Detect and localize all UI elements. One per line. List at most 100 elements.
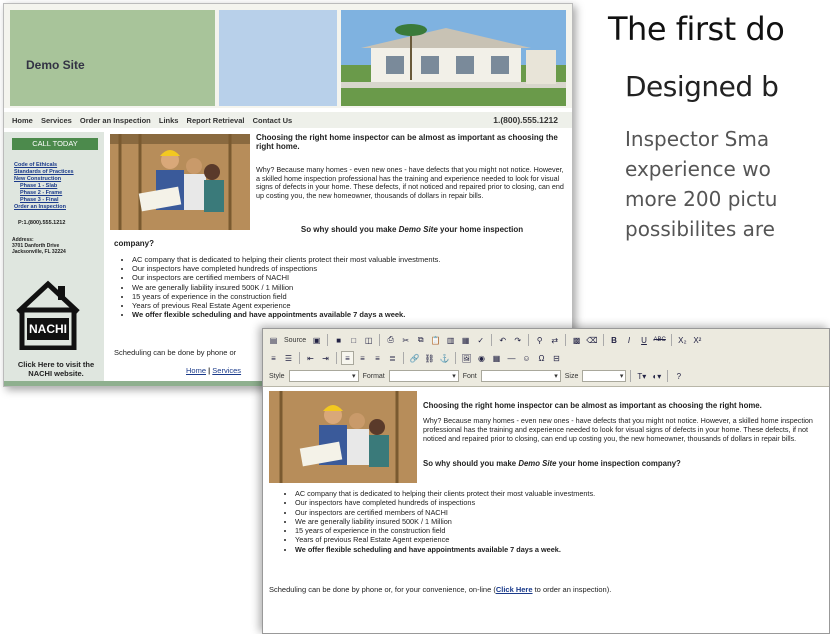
italic-button[interactable]: I xyxy=(623,333,636,347)
editor-heading[interactable]: Choosing the right home inspector can be… xyxy=(423,401,762,410)
font-select[interactable]: ▾ xyxy=(480,370,561,382)
editor-schedule-text[interactable]: Scheduling can be done by phone or, for … xyxy=(269,585,611,594)
print-icon[interactable]: ⎙ xyxy=(384,333,397,347)
style-select[interactable]: ▾ xyxy=(288,370,359,382)
list-item: 15 years of experience in the constructi… xyxy=(295,526,595,535)
list-item: 15 years of experience in the constructi… xyxy=(132,292,441,301)
bold-button[interactable]: B xyxy=(608,333,621,347)
about-icon[interactable]: ? xyxy=(672,369,685,383)
headline-subtitle: Designed b xyxy=(625,70,779,103)
nav-services[interactable]: Services xyxy=(41,116,72,125)
sidebar-link[interactable]: Phase 2 - Frame xyxy=(14,190,74,197)
undo-icon[interactable]: ↶ xyxy=(496,333,509,347)
nav-order[interactable]: Order an Inspection xyxy=(80,116,151,125)
list-item: We are generally liability insured 500K … xyxy=(132,283,441,292)
templates-icon[interactable]: ◫ xyxy=(362,333,375,347)
subheading-site: Demo Site xyxy=(398,225,438,234)
list-item: We are generally liability insured 500K … xyxy=(295,517,595,526)
nav-contact[interactable]: Contact Us xyxy=(253,116,293,125)
copy-icon[interactable]: ⧉ xyxy=(414,333,427,347)
underline-button[interactable]: U xyxy=(638,333,651,347)
editor-benefits-list[interactable]: AC company that is dedicated to helping … xyxy=(295,489,595,554)
nav-home[interactable]: Home xyxy=(12,116,33,125)
sidebar-link[interactable]: Phase 3 - Final xyxy=(14,197,74,204)
size-select[interactable]: ▾ xyxy=(582,370,627,382)
spellcheck-icon[interactable]: ✓ xyxy=(474,333,487,347)
inspectors-photo xyxy=(110,134,250,230)
paste-text-icon[interactable]: ▥ xyxy=(444,333,457,347)
sidebar-link[interactable]: Standards of Practices xyxy=(14,169,74,176)
text-color-icon[interactable]: T▾ xyxy=(635,369,648,383)
footer-services-link[interactable]: Services xyxy=(212,366,241,375)
align-center-icon[interactable]: ≡ xyxy=(356,351,369,365)
style-label: Style xyxy=(269,372,285,380)
subheading-site: Demo Site xyxy=(518,459,557,468)
align-right-icon[interactable]: ≡ xyxy=(371,351,384,365)
sidebar-link[interactable]: Code of Ethicals xyxy=(14,162,74,169)
cut-icon[interactable]: ✂ xyxy=(399,333,412,347)
subheading-text: your home inspection company? xyxy=(556,459,681,468)
toolbar-row-1: ▤ Source ▣ ■ □ ◫ ⎙ ✂ ⧉ 📋 ▥ ▦ ✓ ↶ ↷ ⚲ ⇄ ▩… xyxy=(267,332,704,348)
numbered-list-icon[interactable]: ≡ xyxy=(267,351,280,365)
bulleted-list-icon[interactable]: ☰ xyxy=(282,351,295,365)
anchor-icon[interactable]: ⚓ xyxy=(438,351,451,365)
new-page-icon[interactable]: □ xyxy=(347,333,360,347)
sidebar-link[interactable]: Phase 1 - Slab xyxy=(14,183,74,190)
flash-icon[interactable]: ◉ xyxy=(475,351,488,365)
editor-paragraph[interactable]: Why? Because many homes - even new ones … xyxy=(423,416,825,443)
horizontal-rule-icon[interactable]: — xyxy=(505,351,518,365)
outdent-icon[interactable]: ⇤ xyxy=(304,351,317,365)
editor-inspectors-photo[interactable] xyxy=(269,391,417,483)
toolbar-separator xyxy=(670,334,672,346)
format-select[interactable]: ▾ xyxy=(388,370,459,382)
align-left-icon[interactable]: ≡ xyxy=(341,351,354,365)
special-char-icon[interactable]: Ω xyxy=(535,351,548,365)
link-icon[interactable]: 🔗 xyxy=(408,351,421,365)
select-all-icon[interactable]: ▩ xyxy=(570,333,583,347)
header-color-block xyxy=(219,10,337,106)
call-today-banner: CALL TODAY xyxy=(12,138,98,150)
list-item: Our inspectors are certified members of … xyxy=(132,273,441,282)
save-icon[interactable]: ■ xyxy=(332,333,345,347)
logo-panel[interactable]: Demo Site xyxy=(10,10,215,106)
toolbar-separator xyxy=(299,352,300,364)
strike-button[interactable]: ABC xyxy=(653,333,667,347)
subheading-text: So why should you make xyxy=(300,225,399,234)
footer-home-link[interactable]: Home xyxy=(186,366,206,375)
replace-icon[interactable]: ⇄ xyxy=(548,333,561,347)
paste-icon[interactable]: 📋 xyxy=(429,333,442,347)
image-icon[interactable]: 🖼 xyxy=(460,351,473,365)
superscript-button[interactable]: X² xyxy=(691,333,704,347)
background-color-icon[interactable]: ◐▾ xyxy=(650,369,663,383)
nav-report[interactable]: Report Retrieval xyxy=(187,116,245,125)
click-here-link[interactable]: Click Here xyxy=(496,585,533,594)
nachi-logo[interactable]: NACHI xyxy=(14,278,82,351)
subscript-button[interactable]: X₂ xyxy=(676,333,689,347)
smiley-icon[interactable]: ☺ xyxy=(520,351,533,365)
nav-links[interactable]: Links xyxy=(159,116,179,125)
source-button[interactable]: Source xyxy=(284,337,306,344)
sidebar-link[interactable]: New Construction xyxy=(14,176,74,183)
indent-icon[interactable]: ⇥ xyxy=(319,351,332,365)
toolbar-separator xyxy=(403,352,404,364)
nachi-caption[interactable]: Click Here to visit the NACHI website. xyxy=(10,360,102,378)
preview-icon[interactable]: ▣ xyxy=(310,333,323,347)
sidebar-address: Address: 3701 Danforth Drive Jacksonvill… xyxy=(12,237,66,255)
unlink-icon[interactable]: ⛓ xyxy=(423,351,436,365)
sidebar-link[interactable]: Order an Inspection xyxy=(14,204,74,211)
remove-format-icon[interactable]: ⌫ xyxy=(585,333,598,347)
toolbar-row-2: ≡ ☰ ⇤ ⇥ ≡ ≡ ≡ ≣ 🔗 ⛓ ⚓ 🖼 ◉ ▦ — ☺ Ω ⊟ xyxy=(267,350,563,366)
headline-blurb: Inspector Sma experience wo more 200 pic… xyxy=(625,124,830,244)
list-item: Our inspectors have completed hundreds o… xyxy=(132,264,441,273)
page-break-icon[interactable]: ⊟ xyxy=(550,351,563,365)
toolbar-separator xyxy=(327,334,329,346)
paste-word-icon[interactable]: ▦ xyxy=(459,333,472,347)
redo-icon[interactable]: ↷ xyxy=(511,333,524,347)
find-icon[interactable]: ⚲ xyxy=(533,333,546,347)
table-icon[interactable]: ▦ xyxy=(490,351,503,365)
source-icon[interactable]: ▤ xyxy=(267,333,280,347)
site-nav: Home Services Order an Inspection Links … xyxy=(4,112,572,128)
list-item: Years of previous Real Estate Agent expe… xyxy=(132,301,441,310)
align-justify-icon[interactable]: ≣ xyxy=(386,351,399,365)
editor-subheading[interactable]: So why should you make Demo Site your ho… xyxy=(423,459,681,468)
